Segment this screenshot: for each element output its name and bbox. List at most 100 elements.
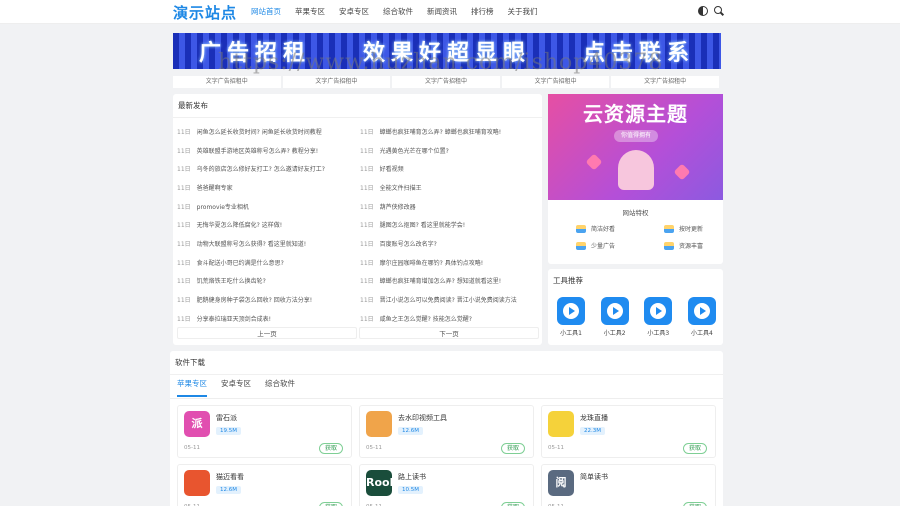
post-date: 11日 — [360, 147, 374, 155]
post-item[interactable]: 11日 百度账号怎么改名字? — [360, 234, 539, 253]
next-page-button[interactable]: 下一页 — [359, 327, 539, 339]
tab-android[interactable]: 安卓专区 — [221, 378, 251, 397]
nav-apple[interactable]: 苹果专区 — [288, 0, 332, 24]
app-name[interactable]: 雷石派 — [216, 413, 237, 423]
features-list: 简洁好看 按时更新 少量广告 资源丰富 — [576, 224, 716, 250]
post-item[interactable]: 11日 爸爸醒啊专家 — [177, 178, 360, 197]
nav-ranking[interactable]: 排行榜 — [464, 0, 501, 24]
app-card[interactable]: 派雷石派 19.5M 05-11 获取 — [177, 405, 352, 458]
app-card[interactable]: 阅简单读书05-11获取 — [541, 464, 716, 506]
post-title[interactable]: 蟑螂也疯狂哺育怎么弄? 蟑螂也疯狂哺育攻略! — [380, 127, 502, 136]
feature-label: 简洁好看 — [591, 226, 616, 233]
post-title[interactable]: 动物大联盟称号怎么获得? 看这里就知道! — [197, 239, 307, 248]
site-logo[interactable]: 演示站点 — [173, 2, 237, 23]
post-title[interactable]: 好看视频 — [380, 164, 404, 173]
tab-apple[interactable]: 苹果专区 — [177, 378, 207, 397]
play-icon — [644, 297, 673, 325]
get-button[interactable]: 获取 — [500, 443, 525, 454]
get-button[interactable]: 获取 — [318, 502, 343, 506]
post-title[interactable]: 摩尔庄园咖啡鱼在哪钓? 具体钓点攻略! — [380, 258, 484, 267]
tool-item[interactable]: 小工具1 — [554, 297, 588, 337]
post-title[interactable]: 咸鱼之王怎么觉醒? 技能怎么觉醒? — [380, 314, 472, 323]
nav-news[interactable]: 新闻资讯 — [420, 0, 464, 24]
play-icon — [687, 297, 716, 325]
search-icon[interactable] — [714, 6, 724, 16]
post-item[interactable]: 11日 饥荒烙铁王吃什么换齿轮? — [177, 272, 360, 291]
post-title[interactable]: 食斗配送小哥已约满是什么意思? — [197, 258, 284, 267]
post-item[interactable]: 11日 晋江小说怎么可以免费阅读? 晋江小说免费阅读方法 — [360, 290, 539, 309]
post-item[interactable]: 11日 摩尔庄园咖啡鱼在哪钓? 具体钓点攻略! — [360, 253, 539, 272]
post-item[interactable]: 11日 蟑螂也疯狂哺育怎么弄? 蟑螂也疯狂哺育攻略! — [360, 122, 539, 141]
tool-item[interactable]: 小工具3 — [641, 297, 675, 337]
post-title[interactable]: 腿图怎么抠图? 看这里就能学会! — [380, 220, 466, 229]
app-card[interactable]: Rook路上读书10.5M05-11获取 — [359, 464, 534, 506]
prev-page-button[interactable]: 上一页 — [177, 327, 357, 339]
app-date: 05-11 — [548, 445, 564, 451]
ad-banner[interactable]: 广告招租 效果好超显眼 点击联系 — [173, 33, 721, 69]
nav-home[interactable]: 网站首页 — [244, 0, 288, 24]
post-item[interactable]: 11日 食斗配送小哥已约满是什么意思? — [177, 253, 360, 272]
post-item[interactable]: 11日 全能文件扫描王 — [360, 178, 539, 197]
app-name[interactable]: 简单读书 — [580, 472, 608, 482]
tool-item[interactable]: 小工具2 — [598, 297, 632, 337]
app-name[interactable]: 去水印视频工具 — [398, 413, 447, 423]
app-name[interactable]: 路上读书 — [398, 472, 426, 482]
post-title[interactable]: 百度账号怎么改名字? — [380, 239, 437, 248]
post-item[interactable]: 11日 闲鱼怎么延长收货时间? 闲鱼延长收货时间教程 — [177, 122, 360, 141]
app-card[interactable]: 猫迈看看12.6M05-11获取 — [177, 464, 352, 506]
post-title[interactable]: 分享泰拉瑞亚天顶剑合成表! — [197, 314, 271, 323]
post-item[interactable]: 11日 乌冬的旅店怎么修好友打工? 怎么邀请好友打工? — [177, 159, 360, 178]
nav-about[interactable]: 关于我们 — [501, 0, 545, 24]
tool-label: 小工具3 — [647, 330, 670, 337]
banner-text-1: 广告招租 — [198, 41, 311, 66]
post-title[interactable]: 饥荒烙铁王吃什么换齿轮? — [197, 276, 266, 285]
get-button[interactable]: 获取 — [318, 443, 343, 454]
post-title[interactable]: 乌冬的旅店怎么修好友打工? 怎么邀请好友打工? — [197, 164, 325, 173]
post-item[interactable]: 11日 蟑螂也疯狂哺育增加怎么弄? 想知道就看这里! — [360, 272, 539, 291]
post-title[interactable]: 全能文件扫描王 — [380, 183, 422, 192]
play-icon — [557, 297, 585, 325]
promo-image[interactable]: 云资源主题 你值得拥有 — [548, 94, 723, 200]
post-item[interactable]: 11日 promovie专业相机 — [177, 197, 360, 216]
post-title[interactable]: 光遇黄色光芒在哪个位置? — [380, 146, 449, 155]
text-ad-link[interactable]: 文字广告招租中 — [282, 76, 391, 88]
nav-android[interactable]: 安卓专区 — [332, 0, 376, 24]
post-title[interactable]: 肥鹅健身房种子袋怎么回收? 回收方法分享! — [197, 295, 313, 304]
post-item[interactable]: 11日 英雄联盟手游地区英雄称号怎么弄? 教程分享! — [177, 141, 360, 160]
post-title[interactable]: 英雄联盟手游地区英雄称号怎么弄? 教程分享! — [197, 146, 319, 155]
post-item[interactable]: 11日 肥鹅健身房种子袋怎么回收? 回收方法分享! — [177, 290, 360, 309]
post-item[interactable]: 11日 咸鱼之王怎么觉醒? 技能怎么觉醒? — [360, 309, 539, 328]
post-date: 11日 — [360, 128, 374, 136]
post-item[interactable]: 11日 分享泰拉瑞亚天顶剑合成表! — [177, 309, 360, 328]
get-button[interactable]: 获取 — [682, 502, 707, 506]
post-date: 11日 — [177, 128, 191, 136]
app-name[interactable]: 猫迈看看 — [216, 472, 244, 482]
post-title[interactable]: promovie专业相机 — [197, 202, 249, 211]
text-ad-link[interactable]: 文字广告招租中 — [392, 76, 500, 88]
get-button[interactable]: 获取 — [682, 443, 707, 454]
text-ad-link[interactable]: 文字广告招租中 — [501, 76, 610, 88]
post-item[interactable]: 11日 动物大联盟称号怎么获得? 看这里就知道! — [177, 234, 360, 253]
theme-toggle-icon[interactable] — [698, 6, 708, 16]
post-item[interactable]: 11日 光遇黄色光芒在哪个位置? — [360, 141, 539, 160]
get-button[interactable]: 获取 — [500, 502, 525, 506]
tool-item[interactable]: 小工具4 — [685, 297, 719, 337]
post-item[interactable]: 11日 好看视频 — [360, 159, 539, 178]
post-title[interactable]: 葫芦侠修改器 — [380, 202, 416, 211]
post-title[interactable]: 无悔华夏怎么降低腐化? 这样做! — [197, 220, 283, 229]
app-name[interactable]: 龙珠直播 — [580, 413, 608, 423]
nav-software[interactable]: 综合软件 — [376, 0, 420, 24]
post-title[interactable]: 晋江小说怎么可以免费阅读? 晋江小说免费阅读方法 — [380, 295, 517, 304]
app-card[interactable]: 去水印视频工具 12.6M 05-11 获取 — [359, 405, 534, 458]
post-title[interactable]: 蟑螂也疯狂哺育增加怎么弄? 想知道就看这里! — [380, 276, 502, 285]
app-card[interactable]: 龙珠直播 22.3M 05-11 获取 — [541, 405, 716, 458]
post-title[interactable]: 闲鱼怎么延长收货时间? 闲鱼延长收货时间教程 — [197, 127, 322, 136]
post-item[interactable]: 11日 腿图怎么抠图? 看这里就能学会! — [360, 215, 539, 234]
text-ad-link[interactable]: 文字广告招租中 — [173, 76, 281, 88]
text-ad-link[interactable]: 文字广告招租中 — [611, 76, 719, 88]
post-title[interactable]: 爸爸醒啊专家 — [197, 183, 233, 192]
post-item[interactable]: 11日 葫芦侠修改器 — [360, 197, 539, 216]
post-item[interactable]: 11日 无悔华夏怎么降低腐化? 这样做! — [177, 215, 360, 234]
tab-software[interactable]: 综合软件 — [265, 378, 295, 397]
feature-item: 少量广告 — [576, 241, 664, 250]
